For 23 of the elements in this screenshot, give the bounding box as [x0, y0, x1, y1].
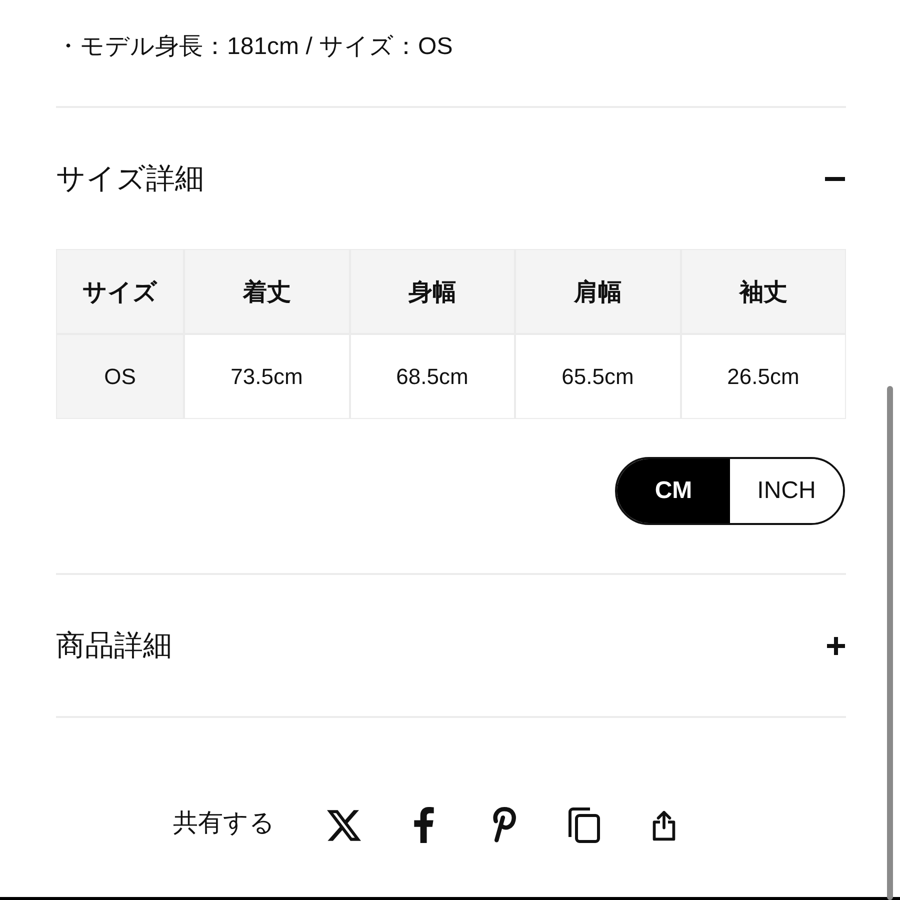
collapse-minus-icon[interactable]: [825, 176, 845, 180]
scrollbar-thumb[interactable]: [887, 386, 893, 900]
table-cell: 73.5cm: [185, 335, 348, 418]
table-cell: 68.5cm: [350, 335, 514, 418]
copy-icon[interactable]: [568, 807, 600, 843]
table-cell: 65.5cm: [516, 335, 680, 418]
section-title: サイズ詳細: [56, 162, 204, 196]
facebook-icon[interactable]: [412, 807, 436, 843]
table-cell: OS: [57, 335, 183, 418]
table-header-cell: 身幅: [350, 250, 514, 333]
table-header-cell: 着丈: [185, 250, 348, 333]
pinterest-icon[interactable]: [491, 807, 517, 843]
share-label: 共有する: [173, 808, 275, 839]
table-header-cell: 肩幅: [516, 250, 680, 333]
unit-option[interactable]: CM: [617, 459, 730, 523]
section-title: 商品詳細: [56, 628, 172, 664]
table-header-cell: サイズ: [57, 250, 183, 333]
x-logo-icon[interactable]: [327, 810, 361, 840]
expand-plus-icon[interactable]: [827, 636, 845, 654]
table-header-cell: 袖丈: [682, 250, 845, 333]
table-cell: 26.5cm: [682, 335, 845, 418]
share-icon[interactable]: [652, 810, 676, 840]
model-height-note: ・モデル身長：181cm / サイズ：OS: [56, 32, 454, 62]
